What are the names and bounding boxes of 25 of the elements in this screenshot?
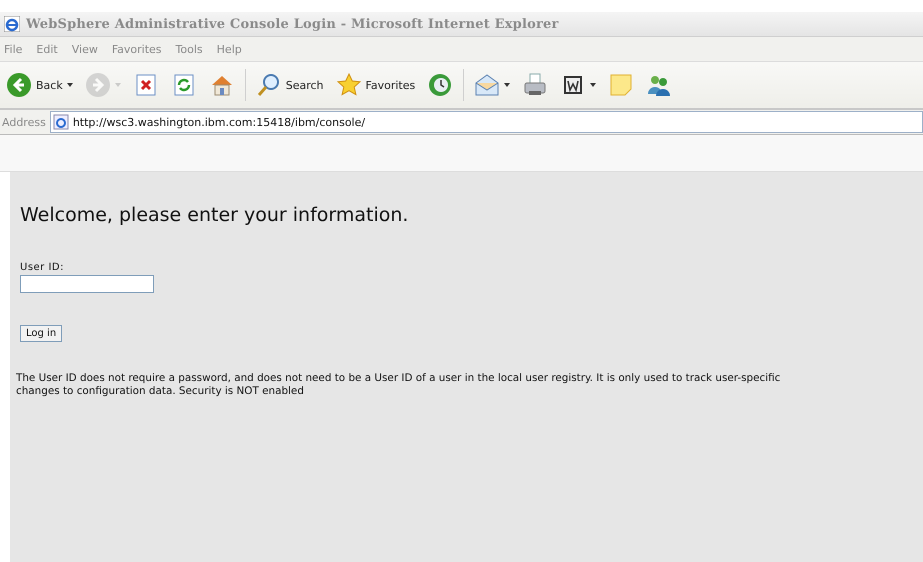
back-button[interactable]: Back <box>4 72 75 98</box>
menu-item[interactable]: Favorites <box>112 42 162 56</box>
caret-icon[interactable] <box>504 83 510 87</box>
menu-item[interactable]: Edit <box>36 42 58 56</box>
caret-icon[interactable] <box>66 83 73 87</box>
welcome-heading: Welcome, please enter your information. <box>20 204 408 226</box>
menu-item[interactable]: Tools <box>176 42 203 56</box>
search-button[interactable]: Search <box>254 72 326 98</box>
favorites-button[interactable]: Favorites <box>334 72 418 98</box>
login-button[interactable]: Log in <box>20 325 62 342</box>
menu-item[interactable]: View <box>72 42 98 56</box>
envelope-icon[interactable] <box>474 72 500 98</box>
menu-item[interactable]: Help <box>216 42 242 56</box>
caret-icon[interactable] <box>590 83 596 87</box>
info-text: The User ID does not require a password, and does not need to be a User ID of a user in the local user registry. It is only used to track user-specific changes to configuration data. Security is NOT enabled <box>16 372 782 398</box>
page-icon <box>52 114 69 130</box>
browser-icon <box>4 16 20 32</box>
user-id-label: User ID: <box>20 262 64 273</box>
menu-item[interactable]: File <box>4 42 22 56</box>
star-icon[interactable] <box>336 72 362 98</box>
search-icon[interactable] <box>256 72 282 98</box>
address-label: Address <box>2 116 46 128</box>
address-field[interactable]: http://wsc3.washington.ibm.com:15418/ibm/console/ <box>50 111 923 133</box>
user-id-field[interactable] <box>20 275 154 293</box>
window-title: WebSphere Administrative Console Login - Microsoft Internet Explorer <box>26 16 559 32</box>
